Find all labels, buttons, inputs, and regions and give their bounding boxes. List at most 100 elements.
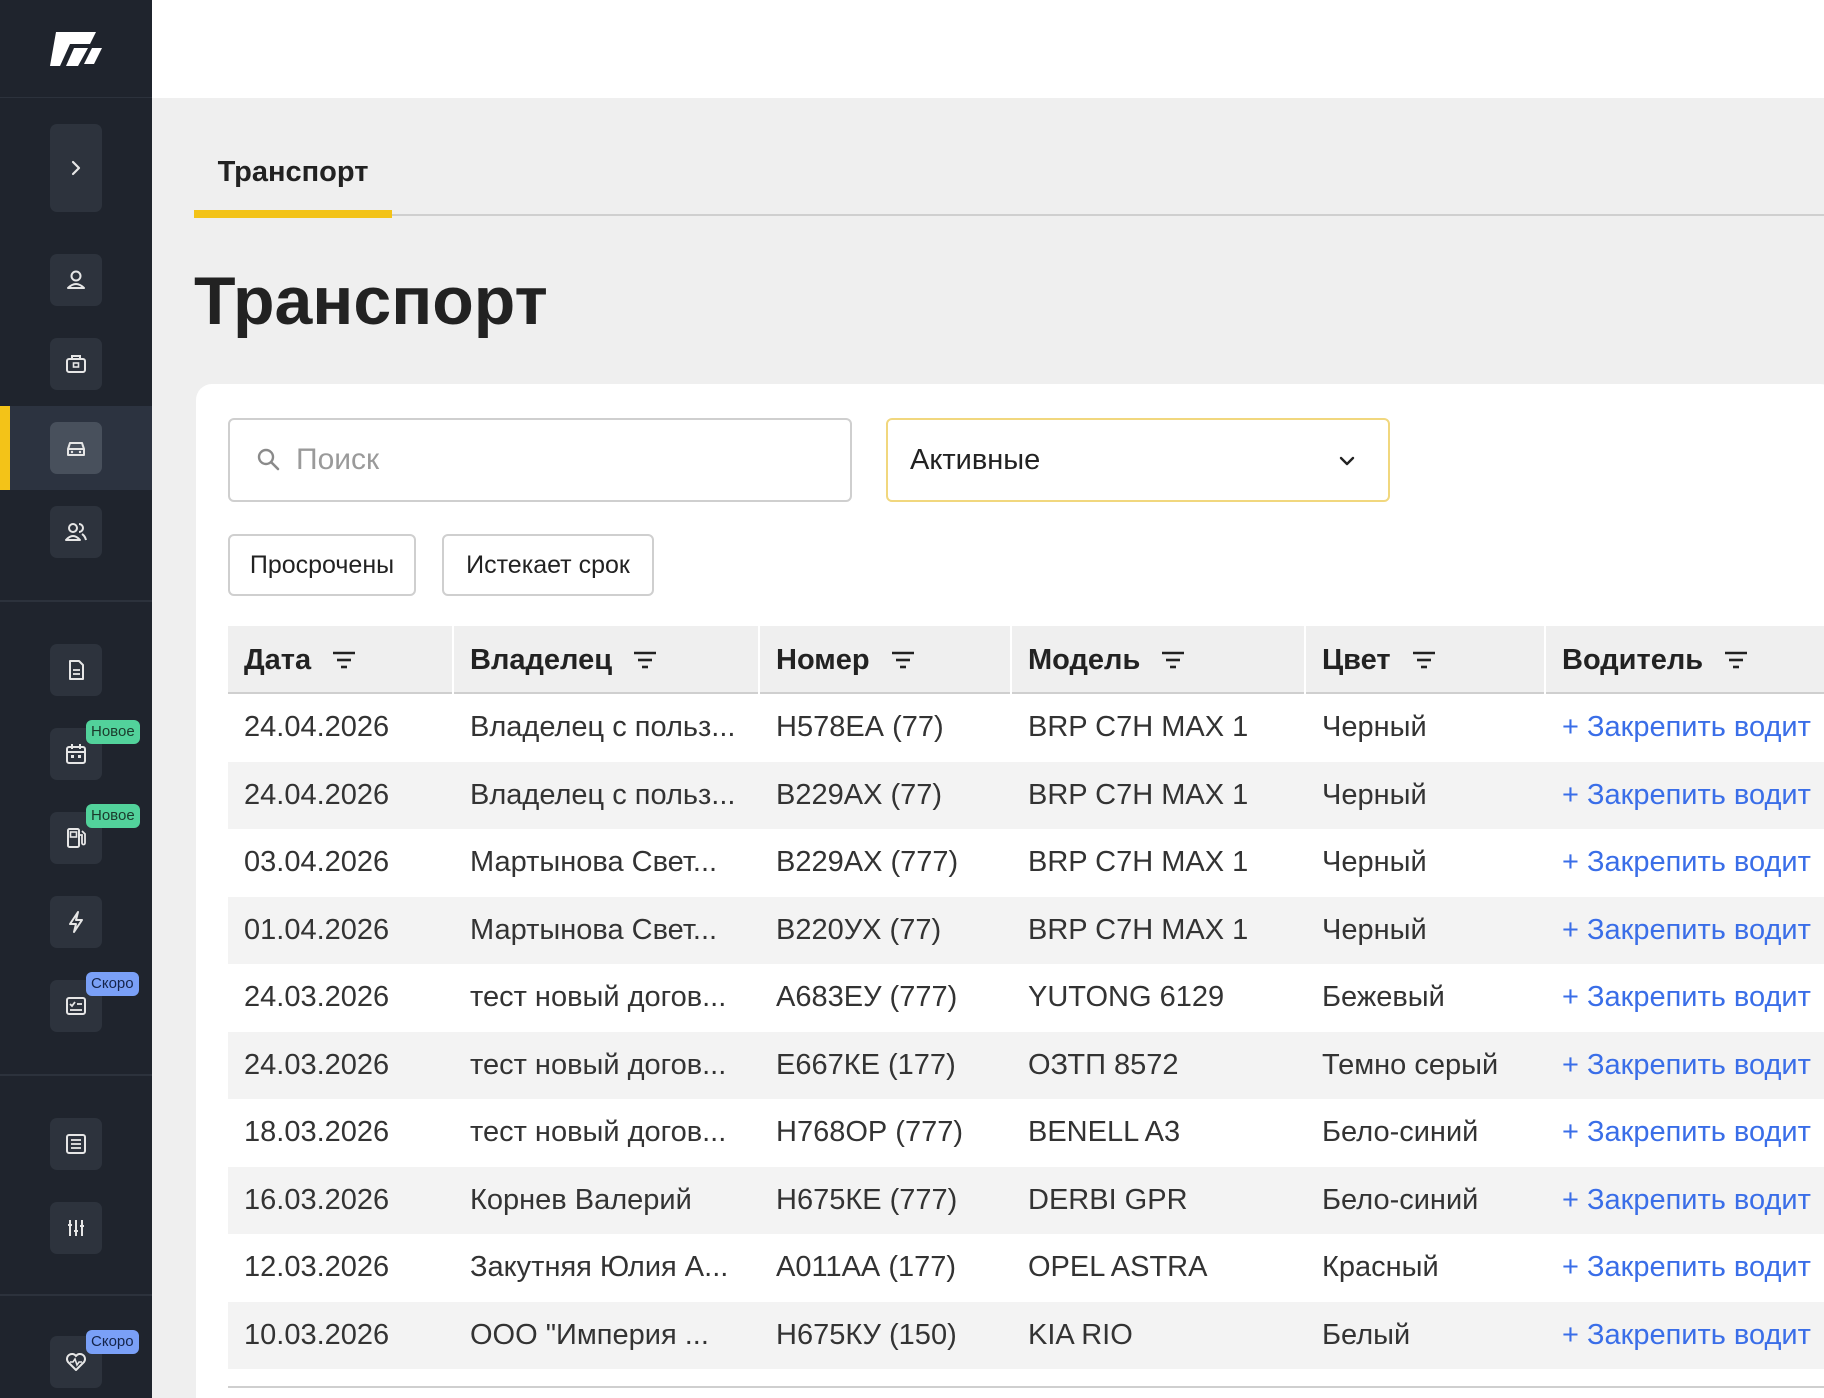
- assign-driver-link[interactable]: + Закрепить водит: [1546, 762, 1824, 829]
- badge-new: Новое: [86, 804, 140, 828]
- status-select-value: Активные: [910, 443, 1041, 476]
- filter-icon[interactable]: [888, 645, 918, 675]
- table-cell: 24.03.2026: [244, 981, 390, 1013]
- briefcase-icon: [66, 355, 86, 373]
- column-header-number[interactable]: Номер: [760, 626, 1012, 694]
- table-row[interactable]: 18.03.2026 тест новый догов... Н768ОР (777…: [228, 1099, 1824, 1167]
- table-cell: DERBI GPR: [1028, 1183, 1188, 1216]
- filter-chip-expiring[interactable]: Истекает срок: [442, 534, 654, 596]
- table-cell: А011АА (177): [776, 1251, 957, 1283]
- assign-driver-link[interactable]: + Закрепить водит: [1546, 1099, 1824, 1166]
- lightning-icon: [69, 911, 83, 933]
- logo[interactable]: [0, 0, 152, 98]
- table-row[interactable]: 16.03.2026 Корнев Валерий Н675КЕ (777) DERB…: [228, 1166, 1824, 1234]
- table-cell: Мартынова Свет...: [470, 913, 718, 946]
- assign-driver-link[interactable]: + Закрепить водит: [1546, 829, 1824, 896]
- assign-driver-link[interactable]: + Закрепить водит: [1546, 897, 1824, 964]
- search-input[interactable]: [296, 443, 816, 477]
- table-cell: В229АХ (77): [776, 778, 943, 811]
- column-header-date[interactable]: Дата: [228, 626, 454, 694]
- column-header-label: Дата: [244, 643, 312, 676]
- sidebar-item-business[interactable]: [50, 338, 102, 390]
- table-cell: 12.03.2026: [244, 1251, 390, 1283]
- sidebar-item-energy[interactable]: [50, 896, 102, 948]
- table-cell: 24.04.2026: [244, 711, 390, 743]
- table-cell: ОЗТП 8572: [1028, 1048, 1179, 1081]
- table-cell: В220УХ (77): [776, 913, 942, 946]
- table-cell: Н768ОР (777): [776, 1116, 963, 1148]
- table-cell: Черный: [1322, 778, 1427, 811]
- table-cell: Белый: [1322, 1318, 1411, 1351]
- assign-driver-link[interactable]: + Закрепить водит: [1546, 1167, 1824, 1234]
- filter-chip-overdue[interactable]: Просрочены: [228, 534, 416, 596]
- table-cell: Черный: [1322, 711, 1427, 743]
- table-cell: Бело-синий: [1322, 1183, 1479, 1216]
- filter-icon[interactable]: [630, 645, 660, 675]
- car-icon: [67, 442, 85, 456]
- column-header-driver[interactable]: Водитель: [1546, 626, 1824, 694]
- assign-driver-link[interactable]: + Закрепить водит: [1546, 1234, 1824, 1301]
- user-icon: [67, 270, 85, 289]
- search-field[interactable]: [228, 418, 852, 502]
- assign-driver-link[interactable]: + Закрепить водит: [1546, 694, 1824, 761]
- tab-bar: Транспорт: [194, 150, 1824, 218]
- sidebar-active-indicator: [0, 406, 10, 490]
- users-icon: [65, 523, 87, 541]
- table-header: Дата Владелец Номер Модель Цвет Водитель: [228, 626, 1824, 694]
- tab-transport[interactable]: Транспорт: [194, 150, 392, 218]
- assign-driver-link[interactable]: + Закрепить водит: [1546, 1302, 1824, 1369]
- table-cell: Темно серый: [1322, 1048, 1499, 1081]
- assign-driver-link[interactable]: + Закрепить водит: [1546, 1032, 1824, 1099]
- filter-icon[interactable]: [1158, 645, 1188, 675]
- table-row[interactable]: 24.03.2026 тест новый догов... Е667КЕ (177…: [228, 1031, 1824, 1099]
- table-row[interactable]: 24.04.2026 Владелец с польз... Н578ЕА (77)…: [228, 694, 1824, 762]
- table-cell: Закутняя Юлия А...: [470, 1251, 729, 1283]
- column-header-owner[interactable]: Владелец: [454, 626, 760, 694]
- table-cell: 01.04.2026: [244, 913, 390, 946]
- table-row[interactable]: 12.03.2026 Закутняя Юлия А... А011АА (177)…: [228, 1234, 1824, 1302]
- chevron-right-icon: [71, 160, 81, 176]
- table-cell: Красный: [1322, 1251, 1439, 1283]
- table-cell: Владелец с польз...: [470, 711, 736, 743]
- assign-driver-link[interactable]: + Закрепить водит: [1546, 964, 1824, 1031]
- calendar-icon: [66, 744, 86, 764]
- filter-icon[interactable]: [1409, 645, 1439, 675]
- sidebar-expand-button[interactable]: [50, 124, 102, 212]
- sidebar-item-transport[interactable]: [50, 422, 102, 474]
- column-header-color[interactable]: Цвет: [1306, 626, 1546, 694]
- table-cell: Н578ЕА (77): [776, 711, 944, 743]
- table-row[interactable]: 01.04.2026 Мартынова Свет... В220УХ (77) BR…: [228, 896, 1824, 964]
- sidebar-divider: [0, 1074, 152, 1076]
- document-icon: [69, 660, 84, 680]
- table-row[interactable]: 03.04.2026 Мартынова Свет... В229АХ (777) B…: [228, 829, 1824, 897]
- sidebar-item-list[interactable]: [50, 1118, 102, 1170]
- column-header-label: Владелец: [470, 643, 613, 676]
- table-row[interactable]: 24.04.2026 Владелец с польз... В229АХ (77)…: [228, 761, 1824, 829]
- logo-icon: [50, 31, 102, 66]
- table-row[interactable]: 10.03.2026 ООО "Империя ... Н675КУ (150) KI…: [228, 1301, 1824, 1369]
- chevron-down-icon: [1339, 456, 1355, 466]
- table-cell: Корнев Валерий: [470, 1183, 692, 1216]
- filter-icon[interactable]: [329, 645, 359, 675]
- table-cell: Бежевый: [1322, 981, 1445, 1013]
- badge-soon: Скоро: [86, 1330, 139, 1354]
- table-cell: BRP C7H MAX 1: [1028, 711, 1249, 743]
- table-cell: тест новый догов...: [470, 1048, 727, 1081]
- sidebar-item-settings[interactable]: [50, 1202, 102, 1254]
- sidebar-item-profile[interactable]: [50, 254, 102, 306]
- page-title: Транспорт: [194, 263, 548, 339]
- table-cell: тест новый догов...: [470, 1116, 727, 1148]
- table-cell: Владелец с польз...: [470, 778, 736, 811]
- column-header-model[interactable]: Модель: [1012, 626, 1306, 694]
- sidebar-item-documents[interactable]: [50, 644, 102, 696]
- sidebar-item-people[interactable]: [50, 506, 102, 558]
- status-select[interactable]: Активные: [886, 418, 1390, 502]
- table-cell: Черный: [1322, 846, 1427, 878]
- table-cell: YUTONG 6129: [1028, 981, 1225, 1013]
- table-cell: 24.03.2026: [244, 1048, 390, 1081]
- column-header-label: Водитель: [1562, 643, 1704, 676]
- table-row[interactable]: 24.03.2026 тест новый догов... А683ЕУ (777…: [228, 964, 1824, 1032]
- badge-soon: Скоро: [86, 972, 139, 996]
- filter-icon[interactable]: [1721, 645, 1751, 675]
- search-icon: [257, 448, 280, 471]
